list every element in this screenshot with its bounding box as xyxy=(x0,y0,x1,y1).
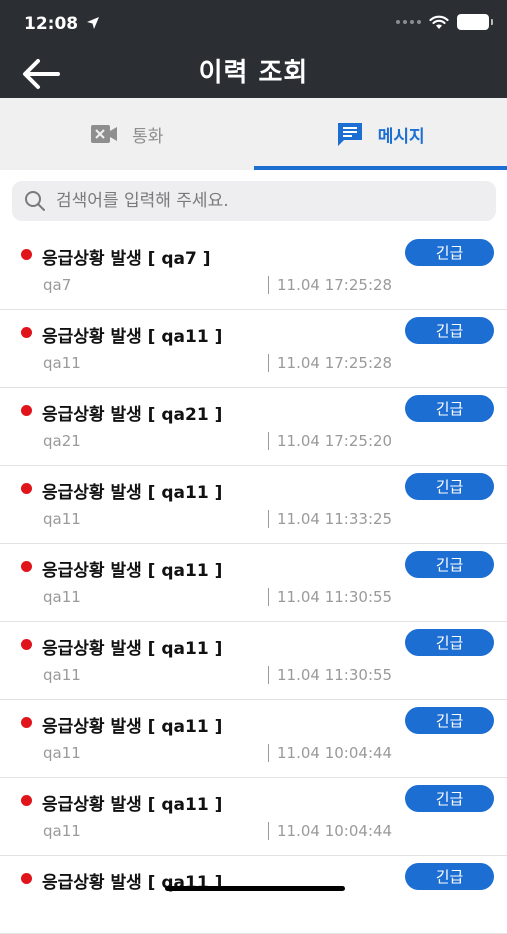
urgent-badge: 긴급 xyxy=(405,317,494,344)
list-item[interactable]: 응급상황 발생 [ qa11 ] 긴급 xyxy=(0,856,507,934)
alert-dot-icon xyxy=(21,639,32,650)
alert-dot-icon xyxy=(21,873,32,884)
urgent-badge: 긴급 xyxy=(405,707,494,734)
message-title: 응급상황 발생 [ qa11 ] xyxy=(42,712,222,737)
message-title: 응급상황 발생 [ qa21 ] xyxy=(42,400,222,425)
message-time: 11.04 11:30:55 xyxy=(277,588,392,606)
search-input[interactable] xyxy=(54,190,478,212)
tab-call-label: 통화 xyxy=(132,122,163,147)
message-sender: qa7 xyxy=(43,276,71,294)
list-item[interactable]: 응급상황 발생 [ qa21 ] qa21 11.04 17:25:20 긴급 xyxy=(0,388,507,466)
list-item[interactable]: 응급상황 발생 [ qa7 ] qa7 11.04 17:25:28 긴급 xyxy=(0,232,507,310)
list-item[interactable]: 응급상황 발생 [ qa11 ] qa11 11.04 17:25:28 긴급 xyxy=(0,310,507,388)
app-header: 12:08 이력 조회 xyxy=(0,0,507,98)
divider xyxy=(268,822,269,840)
alert-dot-icon xyxy=(21,483,32,494)
divider xyxy=(268,276,269,294)
message-sender: qa11 xyxy=(43,666,81,684)
divider xyxy=(268,354,269,372)
message-title: 응급상황 발생 [ qa11 ] xyxy=(42,790,222,815)
alert-dot-icon xyxy=(21,561,32,572)
list-item[interactable]: 응급상황 발생 [ qa11 ] qa11 11.04 10:04:44 긴급 xyxy=(0,778,507,856)
divider xyxy=(268,510,269,528)
message-sender: qa11 xyxy=(43,354,81,372)
battery-icon xyxy=(457,14,489,30)
search-bar xyxy=(12,181,496,221)
message-list: 응급상황 발생 [ qa7 ] qa7 11.04 17:25:28 긴급 응급… xyxy=(0,232,507,934)
urgent-badge: 긴급 xyxy=(405,395,494,422)
tab-bar: 통화 메시지 xyxy=(0,98,507,170)
divider xyxy=(268,744,269,762)
message-sender: qa11 xyxy=(43,822,81,840)
message-time: 11.04 10:04:44 xyxy=(277,744,392,762)
video-camera-icon xyxy=(90,123,118,145)
message-sender: qa11 xyxy=(43,744,81,762)
alert-dot-icon xyxy=(21,405,32,416)
message-time: 11.04 10:04:44 xyxy=(277,822,392,840)
urgent-badge: 긴급 xyxy=(405,629,494,656)
message-sender: qa11 xyxy=(43,588,81,606)
message-time: 11.04 11:30:55 xyxy=(277,666,392,684)
divider xyxy=(268,588,269,606)
urgent-badge: 긴급 xyxy=(405,863,494,890)
alert-dot-icon xyxy=(21,795,32,806)
message-time: 11.04 17:25:28 xyxy=(277,276,392,294)
divider xyxy=(268,432,269,450)
message-title: 응급상황 발생 [ qa11 ] xyxy=(42,322,222,347)
status-time: 12:08 xyxy=(24,14,78,34)
tab-message-label: 메시지 xyxy=(378,122,425,147)
status-indicators xyxy=(396,14,489,30)
home-indicator[interactable] xyxy=(165,886,345,891)
list-item[interactable]: 응급상황 발생 [ qa11 ] qa11 11.04 11:30:55 긴급 xyxy=(0,544,507,622)
message-sender: qa11 xyxy=(43,510,81,528)
message-sender: qa21 xyxy=(43,432,81,450)
search-icon xyxy=(24,190,46,212)
divider xyxy=(268,666,269,684)
message-title: 응급상황 발생 [ qa11 ] xyxy=(42,556,222,581)
message-time: 11.04 11:33:25 xyxy=(277,510,392,528)
tab-call[interactable]: 통화 xyxy=(0,98,254,170)
message-time: 11.04 17:25:28 xyxy=(277,354,392,372)
urgent-badge: 긴급 xyxy=(405,473,494,500)
alert-dot-icon xyxy=(21,327,32,338)
message-time: 11.04 17:25:20 xyxy=(277,432,392,450)
alert-dot-icon xyxy=(21,249,32,260)
wifi-icon xyxy=(429,15,449,30)
message-title: 응급상황 발생 [ qa11 ] xyxy=(42,478,222,503)
location-arrow-icon xyxy=(86,16,100,30)
cellular-signal-icon xyxy=(396,20,421,24)
page-title: 이력 조회 xyxy=(0,52,507,89)
message-title: 응급상황 발생 [ qa7 ] xyxy=(42,244,211,269)
list-item[interactable]: 응급상황 발생 [ qa11 ] qa11 11.04 11:30:55 긴급 xyxy=(0,622,507,700)
list-item[interactable]: 응급상황 발생 [ qa11 ] qa11 11.04 11:33:25 긴급 xyxy=(0,466,507,544)
urgent-badge: 긴급 xyxy=(405,785,494,812)
tab-message[interactable]: 메시지 xyxy=(254,98,507,170)
urgent-badge: 긴급 xyxy=(405,551,494,578)
list-item[interactable]: 응급상황 발생 [ qa11 ] qa11 11.04 10:04:44 긴급 xyxy=(0,700,507,778)
message-icon xyxy=(336,121,364,147)
urgent-badge: 긴급 xyxy=(405,239,494,266)
alert-dot-icon xyxy=(21,717,32,728)
message-title: 응급상황 발생 [ qa11 ] xyxy=(42,634,222,659)
